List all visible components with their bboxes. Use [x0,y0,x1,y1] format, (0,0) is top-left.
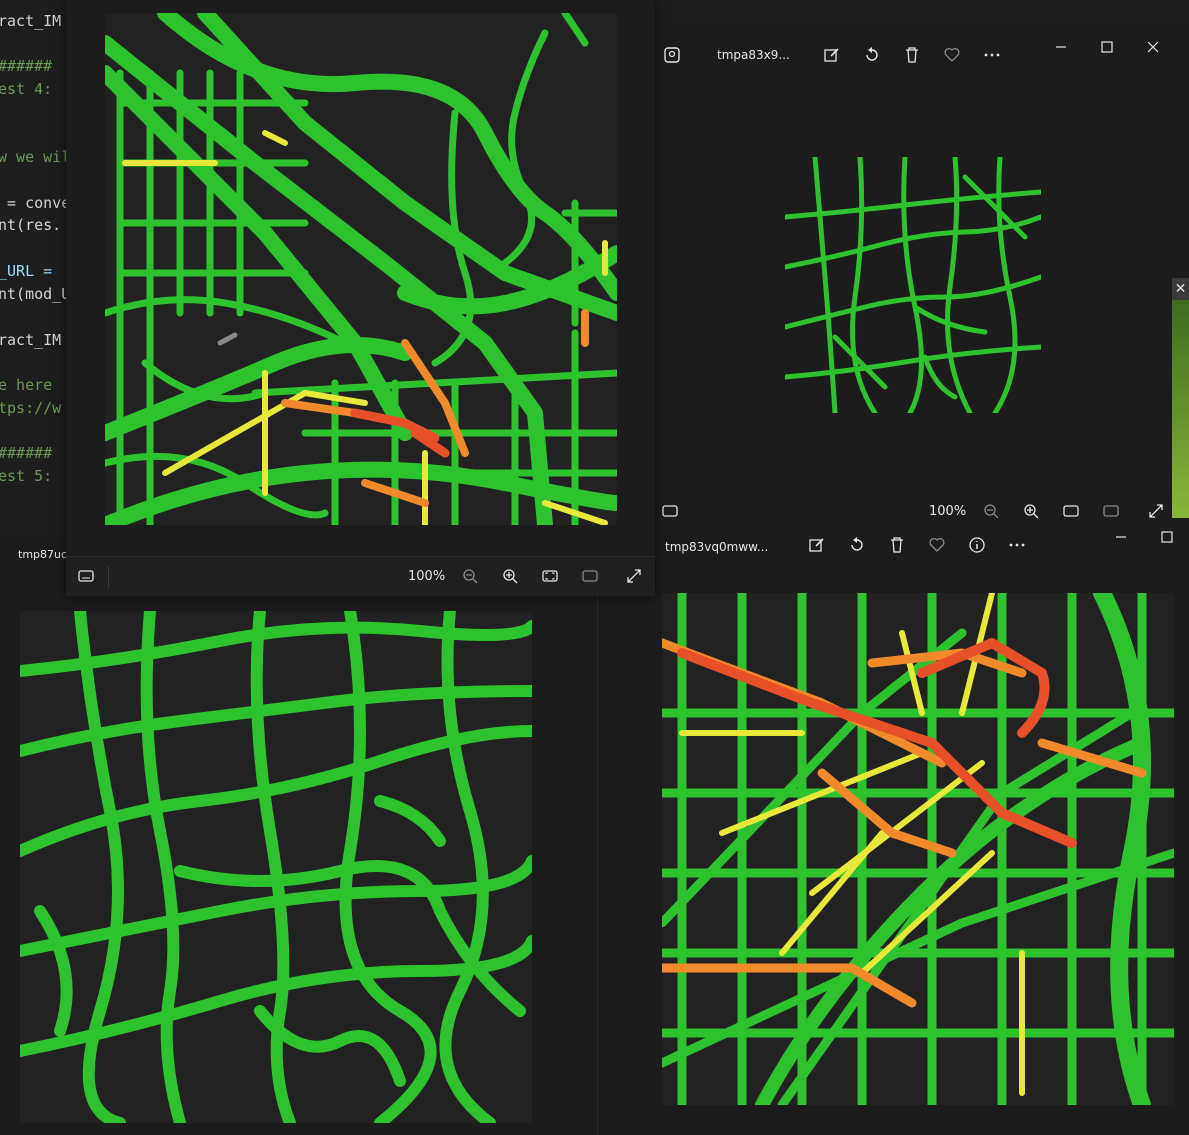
maximize-icon[interactable] [1096,36,1118,58]
map-image [105,13,617,525]
rotate-icon[interactable] [846,534,868,556]
maximize-icon[interactable] [1156,526,1178,548]
fit-to-window-icon[interactable] [1060,500,1082,520]
edit-image-icon[interactable] [806,534,828,556]
more-options-icon[interactable] [1006,534,1028,556]
fit-to-window-icon[interactable] [539,565,561,587]
code-line: tps://w [0,399,62,417]
info-icon[interactable] [966,534,988,556]
file-name: tmp83vq0mww... [665,540,769,554]
close-icon[interactable] [1142,36,1164,58]
fullscreen-icon[interactable] [623,565,645,587]
photo-viewer-window-top-left[interactable]: 100% [66,0,655,596]
delete-icon[interactable] [901,44,923,66]
minimize-icon[interactable] [1110,526,1132,548]
zoom-in-icon[interactable] [499,565,521,587]
heart-icon[interactable] [941,44,963,66]
actual-size-icon[interactable] [1100,500,1122,520]
edit-image-icon[interactable] [821,44,843,66]
zoom-out-icon[interactable] [980,500,1002,520]
photo-viewer-window-top-right[interactable]: tmpa83x9... 100% [655,30,1189,520]
heart-icon[interactable] [926,534,948,556]
minimize-icon[interactable] [1050,36,1072,58]
zoom-toolbar: 100% [655,492,1189,520]
map-image [785,157,1041,413]
zoom-in-icon[interactable] [1020,500,1042,520]
partial-window-edge [1172,300,1189,518]
gallery-icon[interactable] [661,44,683,66]
code-line: ract_IM [0,331,62,349]
traffic-road-network [105,13,617,525]
traffic-road-network [662,593,1174,1105]
file-name: tmpa83x9... [717,48,790,62]
photo-viewer-window-bottom-right[interactable]: tmp83vq0mww... [597,520,1189,1135]
toolbar-separator [108,566,109,588]
fullscreen-icon[interactable] [1145,500,1167,520]
filmstrip-icon[interactable] [659,500,681,520]
code-line: _URL = [0,262,62,280]
zoom-toolbar: 100% [66,556,655,596]
zoom-out-icon[interactable] [459,565,481,587]
delete-icon[interactable] [886,534,908,556]
code-line: est 5: [0,467,53,485]
actual-size-icon[interactable] [579,565,601,587]
code-line: est 4: [0,80,53,98]
road-network [785,157,1041,413]
road-network [20,611,532,1123]
code-line: ###### [0,57,53,75]
zoom-level: 100% [929,504,967,519]
map-image [20,611,532,1123]
more-options-icon[interactable] [981,44,1003,66]
code-line: nt(mod_U [0,285,70,303]
code-line: w we wil [0,148,70,166]
code-line: ract_IM [0,12,62,30]
rotate-icon[interactable] [861,44,883,66]
code-line: = conve [0,194,70,212]
filmstrip-icon[interactable] [75,565,97,587]
map-image [662,593,1174,1105]
file-name: tmp87uc [18,548,68,561]
partial-window-close-icon[interactable]: ✕ [1172,278,1189,300]
zoom-level: 100% [408,569,446,584]
code-line: e here [0,376,62,394]
code-editor[interactable]: ract_IM ###### est 4: w we wil = conve n… [0,0,70,520]
code-line: ###### [0,444,53,462]
photo-viewer-window-bottom-left[interactable]: tmp87uc [0,535,597,1135]
code-line: nt(res. [0,216,62,234]
